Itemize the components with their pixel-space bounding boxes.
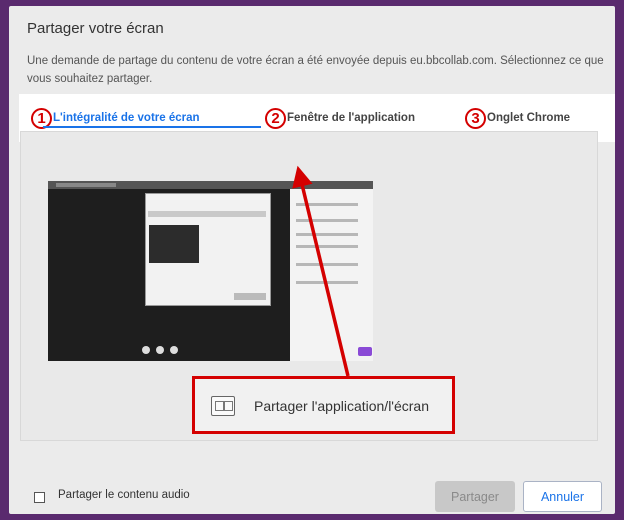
thumbnail-inner-tabbar [148,211,266,217]
callout-label: Partager l'application/l'écran [254,398,429,414]
tab-chrome-tab[interactable]: 3 Onglet Chrome [465,106,570,130]
tab-label: Fenêtre de l'application [287,112,415,124]
tab-label: Onglet Chrome [487,112,571,124]
cancel-button[interactable]: Annuler [523,481,602,512]
thumbnail-inner-preview [149,225,199,263]
dialog-description: Une demande de partage du contenu de vot… [27,55,604,85]
dialog-title: Partager votre écran [27,20,164,37]
annotation-number-2: 2 [265,107,286,129]
window-share-icon [211,396,235,416]
thumbnail-taskbar [142,346,194,356]
audio-checkbox[interactable] [34,492,45,503]
thumbnail-sidebar-row [296,245,358,248]
dialog-footer: Partager le contenu audio Partager Annul… [9,450,615,514]
audio-checkbox-label: Partager le contenu audio [58,489,190,501]
share-button[interactable]: Partager [435,481,515,512]
thumbnail-sidebar-row [296,281,358,284]
thumbnail-sidebar-row [296,263,358,266]
thumbnail-taskbar-icon [142,346,150,354]
screen-thumbnail[interactable] [48,181,373,361]
thumbnail-sidebar-row [296,219,358,222]
tab-label: L'intégralité de votre écran [53,112,200,124]
thumbnail-purple-button [358,347,372,356]
thumbnail-taskbar-icon [156,346,164,354]
share-application-callout: Partager l'application/l'écran [192,376,455,434]
thumbnail-sidebar [290,189,373,361]
thumbnail-sidebar-row [296,233,358,236]
active-tab-indicator [43,126,261,128]
thumbnail-tab-strip [56,183,116,187]
thumbnail-taskbar-icon [170,346,178,354]
annotation-number-3: 3 [465,107,486,129]
tab-application-window[interactable]: 2 Fenêtre de l'application [265,106,415,130]
thumbnail-inner-button [234,293,266,300]
thumbnail-sidebar-row [296,203,358,206]
